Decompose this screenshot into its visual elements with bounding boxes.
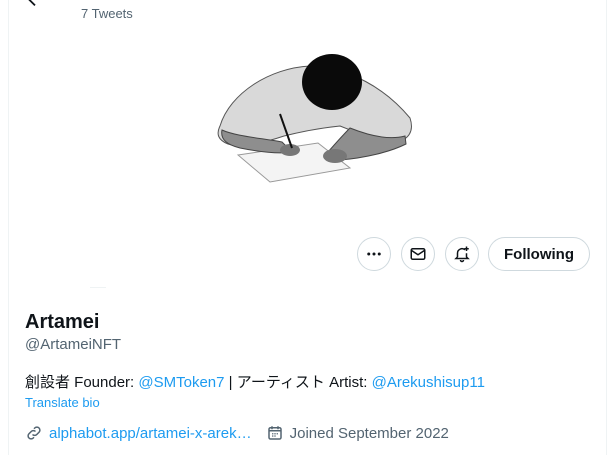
joined-date: Joined September 2022 — [289, 424, 449, 442]
following-button[interactable]: Following — [488, 237, 590, 271]
bio-mention-link[interactable]: @SMToken7 — [138, 374, 224, 391]
more-button[interactable] — [357, 237, 391, 271]
mail-icon — [410, 248, 426, 260]
profile-name: Artamei — [25, 311, 100, 333]
website-link[interactable]: alphabot.app/artamei-x-arek… — [49, 425, 252, 442]
message-button[interactable] — [401, 237, 435, 271]
bio-mention-link[interactable]: @Arekushisup11 — [372, 374, 485, 391]
bio-text: | アーティスト Artist: — [224, 374, 372, 391]
banner-image — [200, 48, 420, 188]
notifications-button[interactable] — [445, 237, 479, 271]
translate-bio-link[interactable]: Translate bio — [25, 395, 100, 410]
profile-handle: @ArtameiNFT — [25, 336, 122, 353]
more-icon — [367, 252, 381, 256]
back-arrow-icon[interactable] — [24, 0, 46, 10]
link-icon — [27, 426, 41, 440]
profile-meta: alphabot.app/artamei-x-arek… Joined Sept… — [25, 424, 463, 442]
bell-plus-icon — [454, 246, 470, 263]
calendar-icon — [267, 426, 282, 440]
joined-item: Joined September 2022 — [266, 424, 449, 442]
tweet-count: 7 Tweets — [81, 6, 133, 21]
bio-text: 創設者 Founder: — [25, 374, 139, 391]
avatar-edge — [90, 287, 106, 288]
profile-bio: 創設者 Founder: @SMToken7 | アーティスト Artist: … — [25, 371, 485, 392]
website-item: alphabot.app/artamei-x-arek… — [25, 424, 252, 442]
